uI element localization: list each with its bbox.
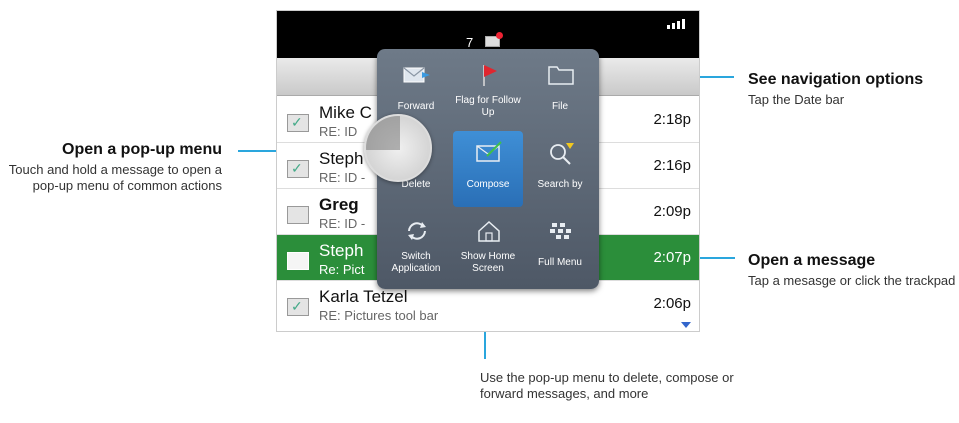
menu-item-label: Switch Application — [391, 251, 441, 274]
callout-popup-title: Open a pop-up menu — [62, 141, 222, 158]
menu-item-label: Forward — [397, 101, 435, 112]
blackberry-menu-icon — [550, 223, 571, 239]
touch-progress-icon — [366, 116, 400, 150]
checkmark-icon: ✓ — [291, 160, 303, 176]
menu-item-label: Compose — [466, 179, 510, 190]
menu-item-show-home-screen[interactable]: Show Home Screen — [453, 209, 523, 285]
menu-item-label: Show Home Screen — [460, 251, 516, 274]
message-sender: Mike C — [319, 103, 372, 122]
menu-item-full-menu[interactable]: Full Menu — [525, 209, 595, 285]
compose-icon — [476, 141, 502, 162]
new-message-icon — [485, 32, 503, 47]
callout-open-message: Open a message Tap a mesasge or click th… — [748, 251, 958, 289]
switch-application-icon — [408, 222, 426, 240]
message-sender: Steph — [319, 241, 364, 260]
callout-open-text: Tap a mesasge or click the trackpad — [748, 273, 956, 288]
callout-popup-text: Touch and hold a message to open a pop-u… — [8, 162, 222, 193]
message-time: 2:18p — [653, 111, 691, 128]
home-icon — [478, 220, 500, 242]
message-time: 2:16p — [653, 157, 691, 174]
menu-item-flag[interactable]: Flag for Follow Up — [453, 53, 523, 129]
callout-navigation-text: Tap the Date bar — [748, 92, 845, 107]
unread-count: 7 — [466, 35, 474, 50]
menu-item-switch-application[interactable]: Switch Application — [381, 209, 451, 285]
menu-item-compose[interactable]: Compose — [453, 131, 523, 207]
menu-item-label: Full Menu — [538, 257, 582, 268]
checkmark-icon: ✓ — [291, 114, 303, 130]
forward-icon — [403, 67, 430, 83]
scroll-down-icon[interactable] — [681, 322, 691, 328]
menu-item-label: File — [551, 101, 569, 112]
message-subject: RE: ID - — [319, 170, 366, 185]
callout-open-title: Open a message — [748, 252, 876, 269]
message-subject: RE: Pictures tool bar — [319, 308, 439, 323]
callout-navigation-title: See navigation options — [748, 71, 924, 88]
message-time: 2:09p — [653, 203, 691, 220]
unread-envelope-icon — [287, 206, 309, 224]
callout-bottom-text: Use the pop-up menu to delete, compose o… — [480, 370, 734, 401]
message-sender: Greg — [319, 195, 359, 214]
message-subject: RE: ID — [319, 124, 358, 139]
message-time: 2:07p — [653, 249, 691, 266]
menu-item-file[interactable]: File — [525, 53, 595, 129]
search-icon — [550, 143, 574, 165]
folder-icon — [548, 66, 574, 85]
menu-item-search-by[interactable]: Search by — [525, 131, 595, 207]
message-subject: RE: ID - — [319, 216, 366, 231]
opened-envelope-icon — [287, 252, 309, 270]
checkmark-icon: ✓ — [291, 298, 303, 314]
message-subject: Re: Pict — [319, 262, 365, 277]
message-time: 2:06p — [653, 295, 691, 312]
menu-item-label: Flag for Follow Up — [455, 95, 521, 118]
signal-strength-icon — [667, 17, 691, 29]
message-sender: Steph — [319, 149, 364, 168]
touch-hold-indicator — [364, 114, 432, 182]
callout-popup-menu: Open a pop-up menu Touch and hold a mess… — [0, 140, 222, 194]
flag-icon — [483, 65, 497, 86]
menu-item-label: Search by — [537, 179, 583, 190]
callout-navigation: See navigation options Tap the Date bar — [748, 70, 958, 108]
message-sender: Karla Tetzel — [319, 287, 408, 306]
